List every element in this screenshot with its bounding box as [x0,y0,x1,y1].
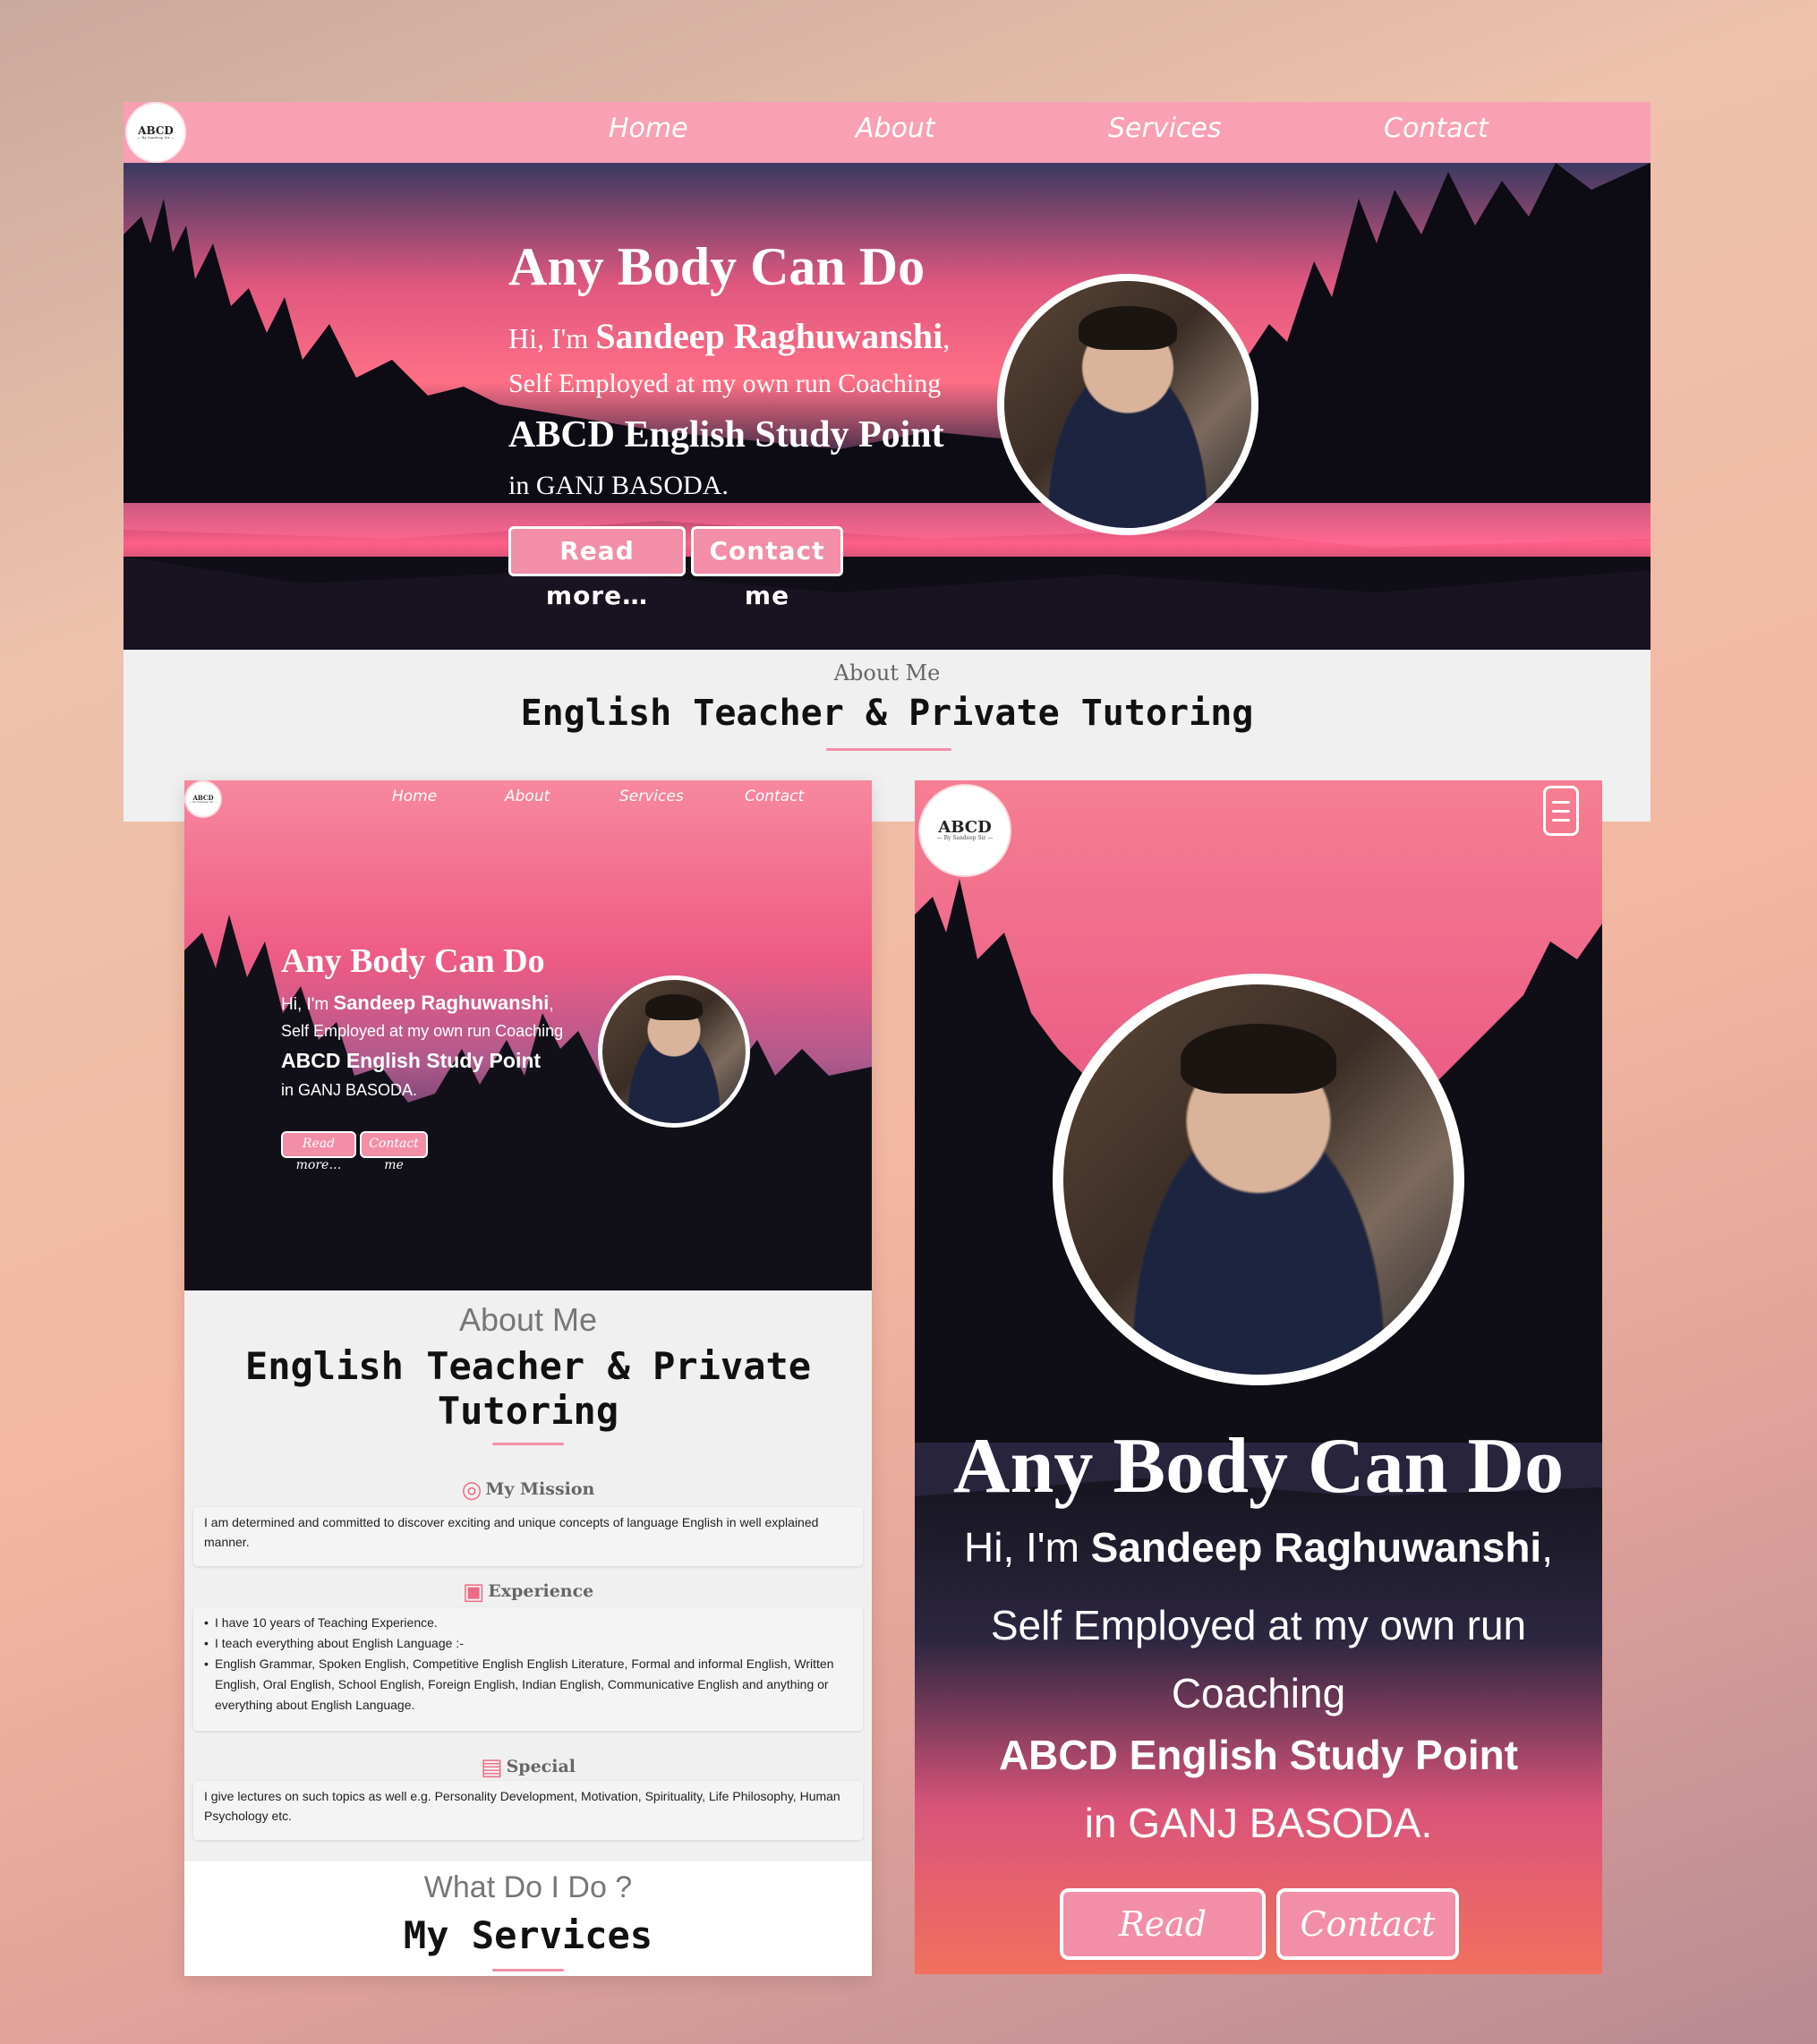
profile-photo [997,274,1258,535]
services-title: My Services [403,1913,653,1957]
read-more-button[interactable]: Read more… [1060,1888,1266,1974]
profile-photo [598,975,750,1128]
contact-me-button[interactable]: Contact me [360,1131,428,1172]
hero-section: Any Body Can Do Hi, I'm Sandeep Raghuwan… [124,163,1651,650]
experience-heading: ▣ Experience [462,1579,594,1605]
nav-contact[interactable]: Contact [1384,113,1489,144]
about-caption: About Me [833,660,941,686]
hamburger-menu-icon[interactable] [1543,786,1579,836]
desktop-preview: ABCD — By Sandeep Sir — Home About Servi… [124,102,1651,822]
about-divider [826,748,951,751]
hero-greeting: Hi, I'm Sandeep Raghuwanshi, [281,992,554,1014]
list-item: I teach everything about English Languag… [204,1633,852,1654]
hero-title: Any Body Can Do [952,1423,1565,1510]
about-caption: About Me [458,1301,598,1338]
navbar: ABCD — By Sandeep Sir — Home About Servi… [124,102,1651,163]
nav-home[interactable]: Home [392,788,437,805]
site-logo[interactable]: ABCD — By Sandeep Sir — [127,104,184,161]
read-more-button[interactable]: Read more… [508,526,686,610]
hero-location: in GANJ BASODA. [281,1081,418,1099]
hero-location: in GANJ BASODA. [1084,1800,1433,1846]
site-logo[interactable]: ABCD — By Sandeep Sir — [186,782,220,816]
briefcase-icon: ▣ [462,1579,485,1605]
hero-line2: Self Employed at my own run Coaching [990,1602,1527,1716]
hero-line2: Self Employed at my own run Coaching [508,369,942,398]
read-more-button[interactable]: Read more… [281,1131,356,1172]
hero-school: ABCD English Study Point [998,1732,1519,1778]
hero-line2: Self Employed at my own run Coaching [281,1022,564,1040]
mission-card: I am determined and committed to discove… [193,1507,863,1566]
about-title: English Teacher & Private Tutoring [244,1344,812,1433]
hero-location: in GANJ BASODA. [508,471,729,500]
book-icon: ▤ [481,1754,503,1781]
nav-about[interactable]: About [505,788,550,805]
list-item: I have 10 years of Teaching Experience. [204,1613,852,1633]
target-icon: ◎ [461,1477,482,1503]
list-item: English Grammar, Spoken English, Competi… [204,1654,852,1716]
about-divider [492,1443,564,1445]
about-title: English Teacher & Private Tutoring [520,693,1254,734]
mission-heading: ◎ My Mission [461,1477,595,1503]
nav-about[interactable]: About [856,113,935,144]
services-caption: What Do I Do ? [423,1870,633,1904]
profile-photo [1053,974,1464,1385]
hero-title: Any Body Can Do [508,237,926,296]
hero-greeting: Hi, I'm Sandeep Raghuwanshi, [964,1524,1553,1571]
nav-home[interactable]: Home [609,113,688,144]
services-section: What Do I Do ? My Services [184,1861,872,1976]
nav-services[interactable]: Services [1108,113,1222,144]
tablet-preview: ABCD — By Sandeep Sir — Home About Servi… [184,780,872,1976]
hero-school: ABCD English Study Point [281,1049,542,1072]
contact-me-button[interactable]: Contact me [691,526,843,610]
special-card: I give lectures on such topics as well e… [193,1781,863,1840]
experience-card: I have 10 years of Teaching Experience. … [193,1607,863,1731]
special-heading: ▤ Special [481,1754,576,1781]
hero-school: ABCD English Study Point [508,414,944,456]
hero-section: ABCD — By Sandeep Sir — Home About Servi… [184,780,872,1290]
hero-title: Any Body Can Do [281,942,545,980]
nav-contact[interactable]: Contact [745,788,804,805]
site-logo[interactable]: ABCD — By Sandeep Sir — [920,786,1010,875]
services-divider [492,1969,564,1972]
nav-services[interactable]: Services [619,788,684,805]
contact-me-button[interactable]: Contact me [1276,1888,1459,1974]
mobile-preview: ABCD — By Sandeep Sir — Any Body Can Do … [915,780,1602,1974]
hero-greeting: Hi, I'm Sandeep Raghuwanshi, [508,316,951,356]
